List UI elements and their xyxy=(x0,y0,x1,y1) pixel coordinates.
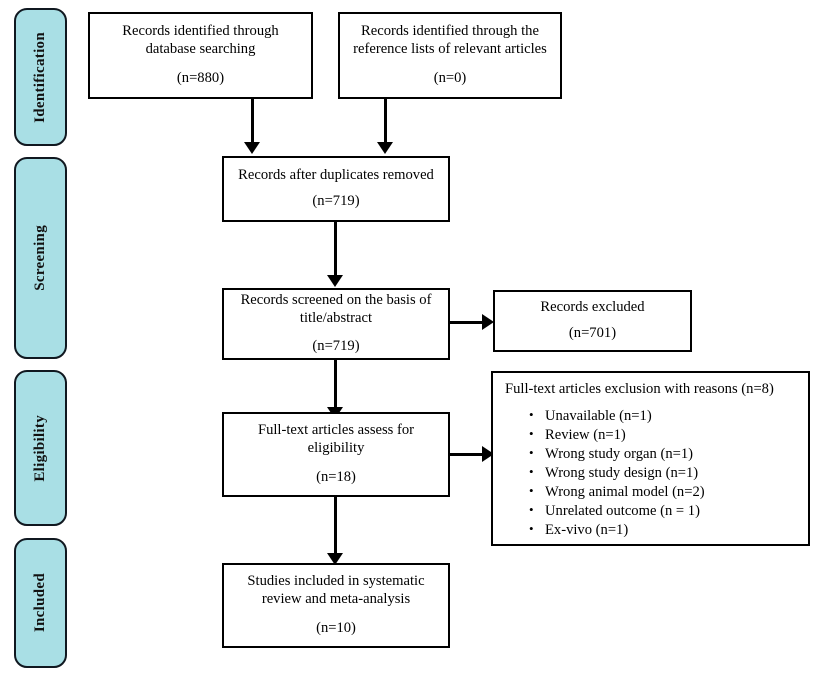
box-database-search: Records identified through database sear… xyxy=(88,12,313,99)
box-fulltext-assessed-line2: eligibility xyxy=(307,440,365,457)
box-database-search-line2: database searching xyxy=(145,41,256,58)
stage-label-eligibility: Eligibility xyxy=(32,414,48,482)
stage-label-identification: Identification xyxy=(32,31,48,123)
box-fulltext-assessed: Full-text articles assess for eligibilit… xyxy=(222,412,450,497)
box-records-screened-count: (n=719) xyxy=(312,338,360,355)
list-item: Unavailable (n=1) xyxy=(529,407,798,426)
arrowhead-refs-to-duplicates xyxy=(377,142,393,154)
box-duplicates-removed-count: (n=719) xyxy=(312,193,360,210)
box-reference-lists-line2: reference lists of relevant articles xyxy=(353,41,547,58)
stage-screening: Screening xyxy=(14,157,67,359)
list-item: Ex-vivo (n=1) xyxy=(529,521,798,540)
box-records-excluded-count: (n=701) xyxy=(568,325,617,342)
prisma-flow-diagram: Identification Screening Eligibility Inc… xyxy=(0,0,819,674)
list-item: Wrong study organ (n=1) xyxy=(529,445,798,464)
connector-refs-to-duplicates xyxy=(384,99,387,143)
box-reference-lists: Records identified through the reference… xyxy=(338,12,562,99)
arrowhead-db-to-duplicates xyxy=(244,142,260,154)
box-database-search-count: (n=880) xyxy=(176,69,225,86)
stage-eligibility: Eligibility xyxy=(14,370,67,526)
stage-identification: Identification xyxy=(14,8,67,146)
box-studies-included-line2: review and meta-analysis xyxy=(261,591,411,608)
list-item: Unrelated outcome (n = 1) xyxy=(529,502,798,521)
list-item: Wrong study design (n=1) xyxy=(529,464,798,483)
box-records-screened: Records screened on the basis of title/a… xyxy=(222,288,450,360)
box-fulltext-assessed-count: (n=18) xyxy=(316,468,356,485)
connector-fulltext-to-included xyxy=(334,497,337,554)
fulltext-excluded-reason-list: Unavailable (n=1) Review (n=1) Wrong stu… xyxy=(505,407,798,540)
stage-label-included: Included xyxy=(32,573,48,633)
connector-fulltext-to-exclusions xyxy=(450,453,484,456)
box-records-screened-line1: Records screened on the basis of xyxy=(240,291,432,308)
fulltext-excluded-title: Full-text articles exclusion with reason… xyxy=(505,381,774,397)
box-studies-included: Studies included in systematic review an… xyxy=(222,563,450,648)
stage-label-screening: Screening xyxy=(32,225,48,291)
list-item: Review (n=1) xyxy=(529,426,798,445)
box-fulltext-assessed-line1: Full-text articles assess for xyxy=(257,422,415,439)
arrowhead-duplicates-to-screened xyxy=(327,275,343,287)
box-fulltext-excluded-reasons: Full-text articles exclusion with reason… xyxy=(491,371,810,546)
box-database-search-line1: Records identified through xyxy=(122,23,279,40)
connector-duplicates-to-screened xyxy=(334,222,337,276)
stage-included: Included xyxy=(14,538,67,668)
box-duplicates-removed-line1: Records after duplicates removed xyxy=(238,166,434,183)
box-records-screened-line2: title/abstract xyxy=(299,309,373,326)
list-item: Wrong animal model (n=2) xyxy=(529,483,798,502)
connector-db-to-duplicates xyxy=(251,99,254,143)
connector-screened-to-fulltext xyxy=(334,360,337,408)
box-studies-included-line1: Studies included in systematic xyxy=(247,573,425,590)
box-records-excluded: Records excluded (n=701) xyxy=(493,290,692,352)
box-duplicates-removed: Records after duplicates removed (n=719) xyxy=(222,156,450,222)
box-reference-lists-line1: Records identified through the xyxy=(361,23,539,40)
connector-screened-to-excluded xyxy=(450,321,484,324)
box-reference-lists-count: (n=0) xyxy=(433,69,467,86)
box-records-excluded-line1: Records excluded xyxy=(540,298,645,315)
box-studies-included-count: (n=10) xyxy=(316,619,356,636)
